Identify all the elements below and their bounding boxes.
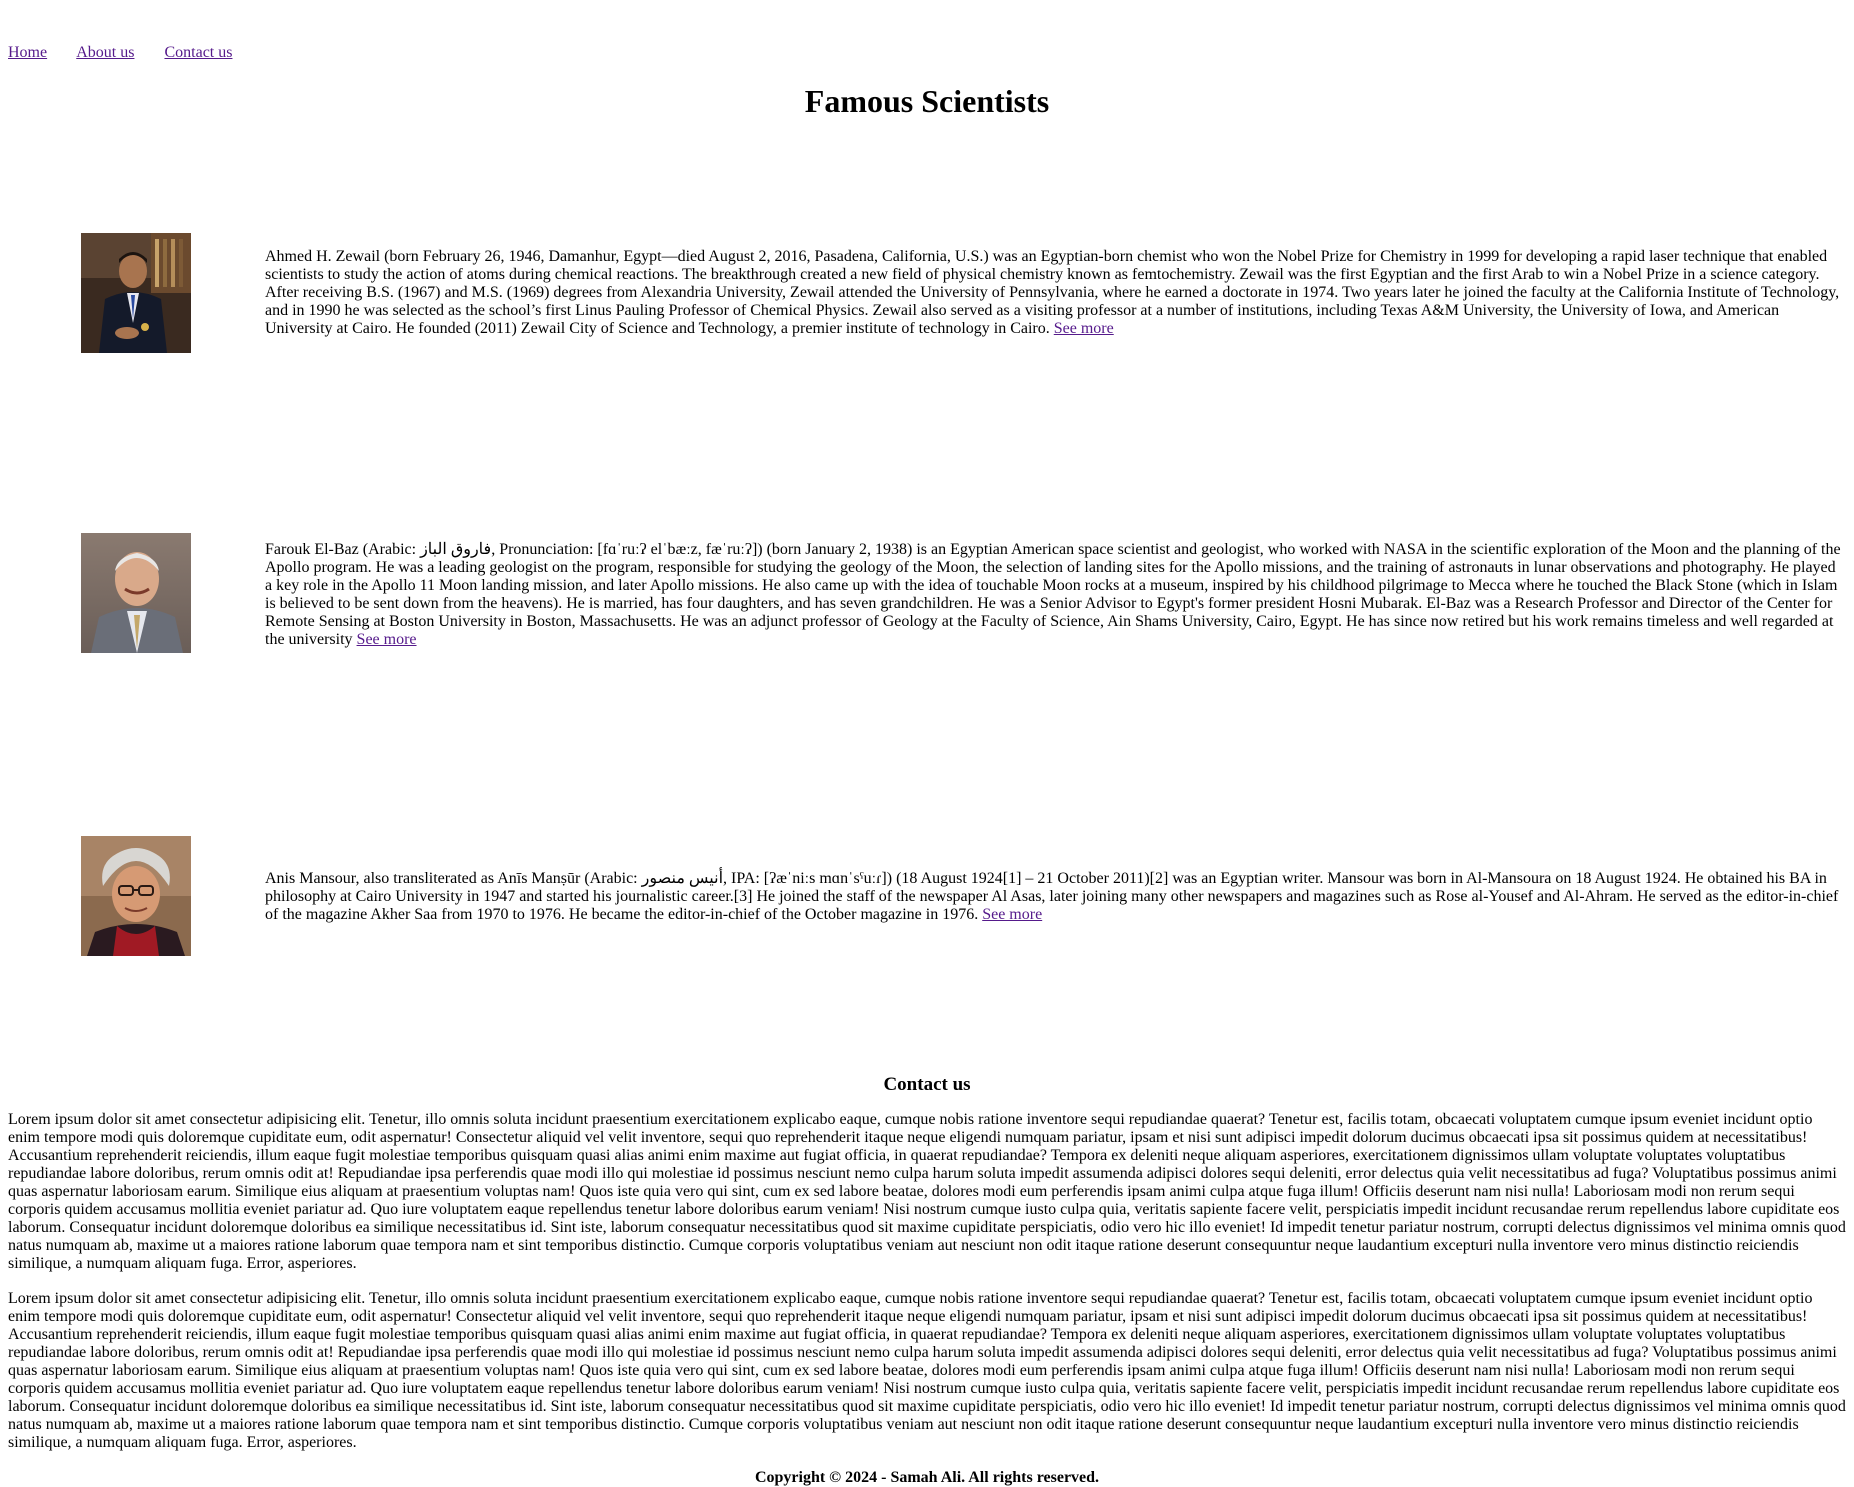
- bio-text: Anis Mansour, also transliterated as Anī…: [265, 870, 1839, 923]
- nav-link-contact[interactable]: Contact us: [164, 44, 232, 61]
- see-more-link[interactable]: See more: [1054, 320, 1114, 337]
- top-navigation: Home About us Contact us: [8, 44, 258, 64]
- portrait-photo-mansour: [81, 836, 191, 956]
- nav-link-home[interactable]: Home: [8, 44, 47, 61]
- scientist-bio-elbaz: Farouk El-Baz (Arabic: فاروق الباز, Pron…: [265, 541, 1843, 649]
- footer-copyright: Copyright © 2024 - Samah Ali. All rights…: [754, 1469, 1100, 1486]
- bio-text: Ahmed H. Zewail (born February 26, 1946,…: [265, 248, 1840, 337]
- portrait-photo-elbaz: [81, 533, 191, 653]
- scientist-bio-mansour: Anis Mansour, also transliterated as Anī…: [265, 870, 1843, 924]
- see-more-link[interactable]: See more: [982, 906, 1042, 923]
- scientist-bio-zewail: Ahmed H. Zewail (born February 26, 1946,…: [265, 248, 1843, 338]
- contact-paragraph: Lorem ipsum dolor sit amet consectetur a…: [8, 1111, 1846, 1272]
- contact-heading: Contact us: [883, 1074, 971, 1095]
- portrait-photo-zewail: [81, 233, 191, 353]
- nav-link-about[interactable]: About us: [76, 44, 134, 61]
- see-more-link[interactable]: See more: [357, 631, 417, 648]
- page-title: Famous Scientists: [804, 83, 1050, 119]
- contact-paragraph: Lorem ipsum dolor sit amet consectetur a…: [8, 1290, 1846, 1451]
- bio-text: Farouk El-Baz (Arabic: فاروق الباز, Pron…: [265, 541, 1841, 648]
